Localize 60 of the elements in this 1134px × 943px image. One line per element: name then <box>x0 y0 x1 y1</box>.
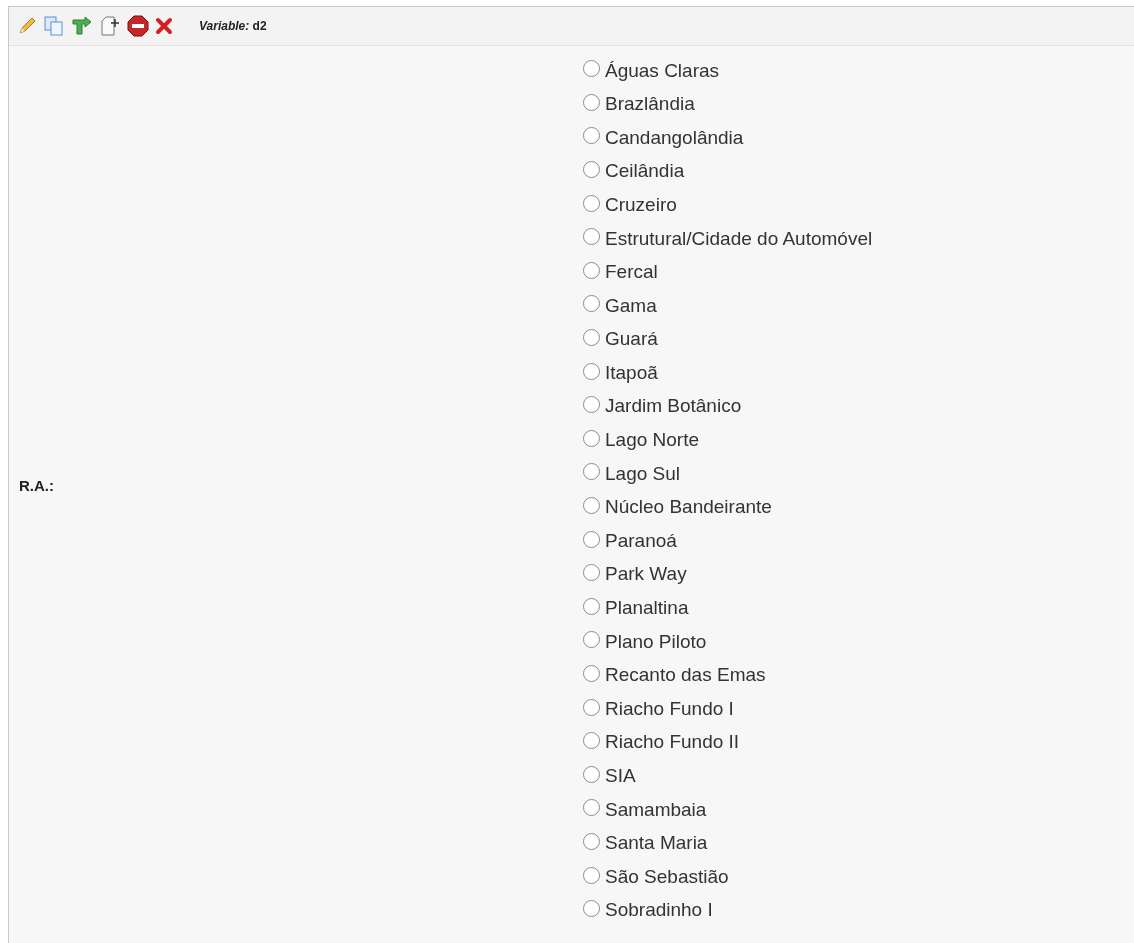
option-label: Park Way <box>605 562 687 587</box>
radio-button[interactable] <box>583 732 600 750</box>
radio-button[interactable] <box>583 295 600 313</box>
radio-button[interactable] <box>583 530 600 548</box>
radio-button[interactable] <box>583 127 600 145</box>
option-label: Itapoã <box>605 360 658 385</box>
option-label: Lago Sul <box>605 461 680 486</box>
option-label: Santa Maria <box>605 831 708 856</box>
copy-icon[interactable] <box>43 16 65 36</box>
option-label: Fercal <box>605 260 658 285</box>
radio-button[interactable] <box>583 799 600 817</box>
close-icon[interactable] <box>155 17 173 35</box>
option-label: Riacho Fundo II <box>605 730 740 755</box>
option-label: Ceilândia <box>605 159 685 184</box>
radio-button[interactable] <box>583 161 600 179</box>
radio-button[interactable] <box>583 564 600 582</box>
option-label: Samambaia <box>605 797 707 822</box>
radio-button[interactable] <box>583 497 600 514</box>
radio-button[interactable] <box>583 832 600 850</box>
option-label: Gama <box>605 293 657 318</box>
option-label: SIA <box>605 764 636 788</box>
radio-button[interactable] <box>583 194 600 212</box>
radio-button[interactable] <box>583 228 600 246</box>
option-label: Sobradinho I <box>605 898 713 923</box>
radio-button[interactable] <box>583 93 600 111</box>
radio-button[interactable] <box>583 866 600 884</box>
field-label: R.A.: <box>19 476 54 497</box>
radio-button[interactable] <box>583 429 600 447</box>
radio-button[interactable] <box>583 597 600 615</box>
option-label: Riacho Fundo I <box>605 696 734 721</box>
option-label: Lago Norte <box>605 428 699 453</box>
radio-button[interactable] <box>583 698 600 716</box>
radio-button[interactable] <box>583 765 600 783</box>
radio-button[interactable] <box>583 261 600 279</box>
radio-button[interactable] <box>583 665 600 682</box>
option-label: Núcleo Bandeirante <box>605 495 772 520</box>
option-label: Águas Claras <box>605 58 720 83</box>
option-label: Cruzeiro <box>605 192 677 217</box>
option-label: São Sebastião <box>605 864 729 889</box>
radio-button[interactable] <box>583 631 600 649</box>
radio-button[interactable] <box>583 396 600 414</box>
radio-button[interactable] <box>583 362 600 380</box>
option-label: Jardim Botânico <box>605 394 742 419</box>
stop-sign-icon[interactable] <box>127 15 149 37</box>
radio-button[interactable] <box>583 329 600 347</box>
option-label: Candangolândia <box>605 125 744 150</box>
option-label: Recanto das Emas <box>605 663 766 688</box>
radio-button[interactable] <box>583 60 600 78</box>
radio-button[interactable] <box>583 463 600 481</box>
option-label: Planaltina <box>605 596 689 621</box>
radio-button[interactable] <box>583 900 600 918</box>
option-label: Guará <box>605 327 658 352</box>
pencil-icon[interactable] <box>17 16 37 36</box>
option-label: Paranoá <box>605 528 677 553</box>
option-label: Brazlândia <box>605 92 695 117</box>
move-page-icon[interactable] <box>99 16 121 36</box>
option-label: Estrutural/Cidade do Automóvel <box>605 226 873 251</box>
branch-arrow-icon[interactable] <box>71 16 93 36</box>
variable-label: Variable: d2 <box>199 18 267 35</box>
option-label: Plano Piloto <box>605 629 707 654</box>
